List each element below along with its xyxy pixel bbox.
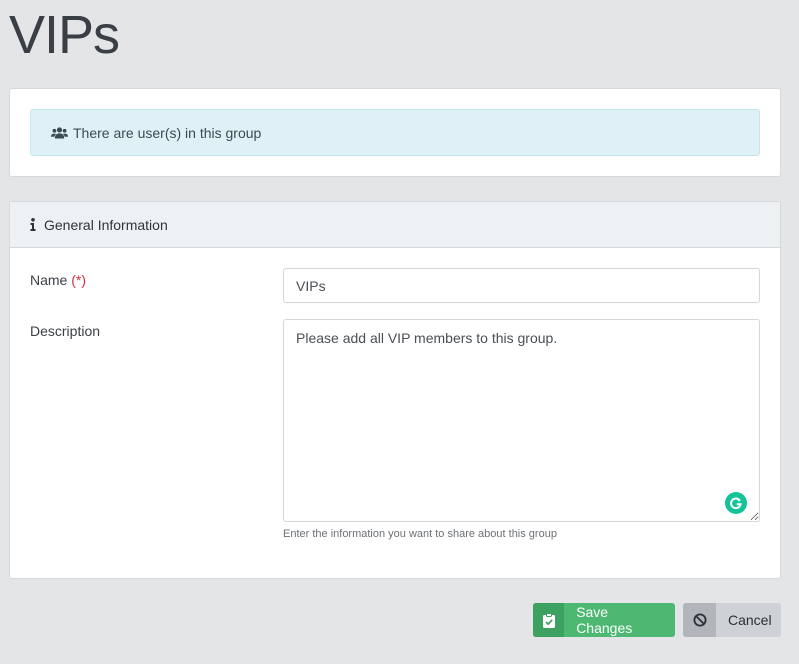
required-marker: (*) <box>71 272 87 288</box>
page-title: VIPs <box>9 5 120 65</box>
clipboard-check-icon <box>533 603 565 637</box>
general-information-title: General Information <box>44 216 168 233</box>
description-label: Description <box>30 323 101 339</box>
description-textarea[interactable]: Please add all VIP members to this group… <box>283 319 760 522</box>
save-changes-label: Save Changes <box>576 604 633 636</box>
name-input[interactable] <box>283 268 760 303</box>
save-changes-button[interactable]: Save Changes <box>533 603 675 637</box>
users-alert-text: There are user(s) in this group <box>73 124 262 141</box>
users-alert: There are user(s) in this group <box>30 109 760 156</box>
users-icon <box>51 127 68 139</box>
cancel-label: Cancel <box>728 612 772 628</box>
name-label: Name (*) <box>30 272 86 288</box>
description-help-text: Enter the information you want to share … <box>283 528 557 540</box>
general-information-header: General Information <box>10 202 780 248</box>
group-info-card: There are user(s) in this group <box>9 88 781 177</box>
grammarly-icon[interactable] <box>725 492 747 514</box>
info-icon <box>30 218 36 231</box>
cancel-button[interactable]: Cancel <box>683 603 781 637</box>
name-label-text: Name <box>30 272 68 288</box>
general-information-card: General Information Name (*) Description… <box>9 201 781 579</box>
ban-icon <box>683 603 716 637</box>
